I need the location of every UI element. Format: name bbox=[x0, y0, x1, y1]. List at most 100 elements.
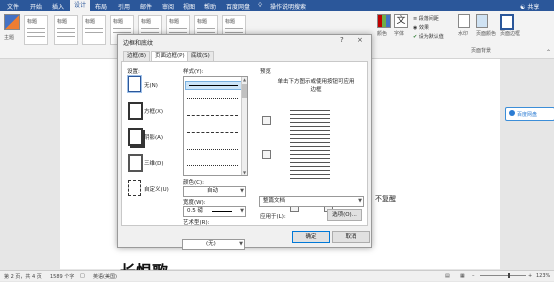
share-button[interactable]: ☯ 共享 bbox=[520, 2, 539, 11]
colors-label: 颜色 bbox=[377, 31, 388, 37]
watermark-button[interactable]: 水印 bbox=[458, 14, 472, 44]
chevron-down-icon: ▼ bbox=[240, 208, 244, 214]
setting-none-label[interactable]: 无(N) bbox=[144, 81, 158, 89]
color-select[interactable]: 自动 ▼ bbox=[183, 186, 246, 197]
tab-page-border[interactable]: 页面边框(P) bbox=[151, 51, 189, 61]
share-label: 共享 bbox=[527, 4, 540, 11]
apply-to-select[interactable]: 整篇文档 ▼ bbox=[259, 196, 364, 207]
cancel-button[interactable]: 取消 bbox=[332, 231, 370, 243]
setting-custom-icon[interactable] bbox=[128, 180, 141, 196]
style-set-title: 标题 bbox=[113, 19, 124, 25]
width-select[interactable]: 0.5 磅 ▼ bbox=[183, 206, 246, 217]
tab-help[interactable]: 帮助 bbox=[204, 2, 216, 11]
status-language[interactable]: 英语(美国) bbox=[93, 273, 117, 280]
status-words[interactable]: 1589 个字 bbox=[50, 273, 74, 280]
chevron-down-icon: ▼ bbox=[239, 241, 243, 247]
side-button-label: 百度网盘 bbox=[517, 112, 538, 118]
tab-shading[interactable]: 底纹(S) bbox=[187, 51, 214, 61]
proofing-icon[interactable]: □ bbox=[80, 273, 85, 279]
ok-button[interactable]: 确定 bbox=[292, 231, 330, 243]
zoom-out-icon[interactable]: – bbox=[472, 273, 475, 279]
tab-review[interactable]: 审阅 bbox=[162, 2, 174, 11]
style-list-scrollbar[interactable]: ▲ ▼ bbox=[241, 77, 247, 175]
help-icon[interactable]: ? bbox=[340, 36, 344, 44]
setting-box-icon[interactable] bbox=[128, 102, 143, 120]
setting-3d-label[interactable]: 三维(D) bbox=[144, 159, 164, 167]
setting-3d-icon[interactable] bbox=[128, 154, 143, 172]
art-label: 艺术型(R): bbox=[183, 220, 210, 226]
colors-button[interactable]: 颜色 bbox=[377, 14, 391, 44]
page-border-button[interactable]: 页面边框 bbox=[500, 14, 522, 44]
style-set-title: 标题 bbox=[57, 19, 68, 25]
style-set-item[interactable]: 标题 bbox=[24, 15, 48, 45]
tab-file[interactable]: 文件 bbox=[7, 2, 19, 11]
fonts-button[interactable]: 文 字体 bbox=[394, 14, 408, 44]
tell-me-search[interactable]: 操作说明搜索 bbox=[270, 2, 306, 11]
status-page[interactable]: 第 2 页，共 4 页 bbox=[4, 273, 42, 280]
paragraph-spacing-label: 段落间距 bbox=[418, 16, 439, 22]
tab-references[interactable]: 引用 bbox=[118, 2, 130, 11]
style-row-dashed[interactable] bbox=[187, 115, 238, 116]
zoom-slider-thumb[interactable] bbox=[508, 273, 510, 278]
page-background-group-label: 页面背景 bbox=[471, 48, 492, 54]
ribbon-tab-bar: 文件 开始 插入 设计 布局 引用 邮件 审阅 视图 帮助 百度网盘 💡︎ 操作… bbox=[0, 0, 554, 11]
width-label: 宽度(W): bbox=[183, 200, 206, 206]
art-select[interactable]: (无) ▼ bbox=[182, 239, 245, 250]
style-row-long-dash[interactable] bbox=[187, 132, 238, 133]
tab-baidu[interactable]: 百度网盘 bbox=[226, 2, 250, 11]
zoom-slider[interactable] bbox=[480, 275, 526, 276]
options-button[interactable]: 选项(O)... bbox=[327, 209, 362, 221]
scroll-thumb[interactable] bbox=[242, 84, 247, 98]
setting-shadow-label[interactable]: 阴影(A) bbox=[144, 133, 163, 141]
color-select-value: 自动 bbox=[207, 188, 219, 194]
close-icon[interactable]: × bbox=[357, 36, 363, 44]
tab-view[interactable]: 视图 bbox=[183, 2, 195, 11]
style-label: 样式(Y): bbox=[183, 69, 204, 75]
color-label: 颜色(C): bbox=[183, 180, 204, 186]
page-border-label: 页面边框 bbox=[500, 31, 521, 37]
style-set-title: 标题 bbox=[85, 19, 96, 25]
style-row-dotted[interactable] bbox=[187, 98, 238, 99]
zoom-level[interactable]: 123% bbox=[536, 273, 550, 279]
style-row-dash-dot[interactable] bbox=[187, 149, 238, 150]
dialog-title: 边框和底纹 bbox=[123, 40, 154, 47]
setting-none-icon[interactable] bbox=[128, 76, 141, 92]
tab-mailings[interactable]: 邮件 bbox=[140, 2, 152, 11]
style-row-solid[interactable] bbox=[185, 81, 242, 90]
effects-button[interactable]: ◉ 效果 bbox=[413, 24, 429, 31]
setting-shadow-icon[interactable] bbox=[128, 128, 143, 146]
border-top-button[interactable] bbox=[262, 116, 271, 125]
watermark-label: 水印 bbox=[458, 31, 469, 37]
paragraph-spacing-button[interactable]: ≡ 段落间距 bbox=[413, 15, 439, 22]
effects-label: 效果 bbox=[418, 25, 429, 31]
border-bottom-button[interactable] bbox=[262, 150, 271, 159]
tab-borders[interactable]: 边框(B) bbox=[123, 51, 151, 61]
print-layout-icon[interactable]: ▦ bbox=[460, 273, 465, 279]
setting-label: 设置: bbox=[127, 69, 140, 75]
style-set-item[interactable]: 标题 bbox=[54, 15, 78, 45]
tab-insert[interactable]: 插入 bbox=[52, 2, 64, 11]
set-default-button[interactable]: ✔ 设为默认值 bbox=[413, 33, 444, 40]
scroll-up-icon[interactable]: ▲ bbox=[242, 77, 247, 82]
tab-design[interactable]: 设计 bbox=[70, 0, 91, 11]
read-mode-icon[interactable]: ▤ bbox=[445, 273, 450, 279]
font-icon: 文 bbox=[394, 14, 408, 28]
page-color-button[interactable]: 页面颜色 bbox=[476, 14, 497, 44]
page-color-label: 页面颜色 bbox=[476, 31, 497, 37]
zoom-in-icon[interactable]: + bbox=[528, 273, 532, 279]
scroll-down-icon[interactable]: ▼ bbox=[242, 170, 247, 175]
setting-box-label[interactable]: 方框(X) bbox=[144, 107, 163, 115]
style-set-item[interactable]: 标题 bbox=[82, 15, 106, 45]
apply-to-value: 整篇文档 bbox=[263, 198, 286, 204]
collapse-ribbon-icon[interactable]: ⌃ bbox=[546, 49, 551, 56]
tab-layout[interactable]: 布局 bbox=[95, 2, 107, 11]
preview-diagram[interactable] bbox=[290, 110, 335, 188]
width-line-sample bbox=[212, 211, 232, 212]
style-set-title: 标题 bbox=[225, 19, 236, 25]
baidu-side-button[interactable]: 百度网盘 bbox=[505, 107, 554, 121]
setting-custom-label[interactable]: 自定义(U) bbox=[144, 185, 169, 193]
style-row-dash-dot-dot[interactable] bbox=[187, 165, 238, 166]
chevron-down-icon: ▼ bbox=[240, 188, 244, 194]
tab-home[interactable]: 开始 bbox=[30, 2, 42, 11]
border-style-list[interactable]: ▲ ▼ bbox=[183, 76, 248, 176]
